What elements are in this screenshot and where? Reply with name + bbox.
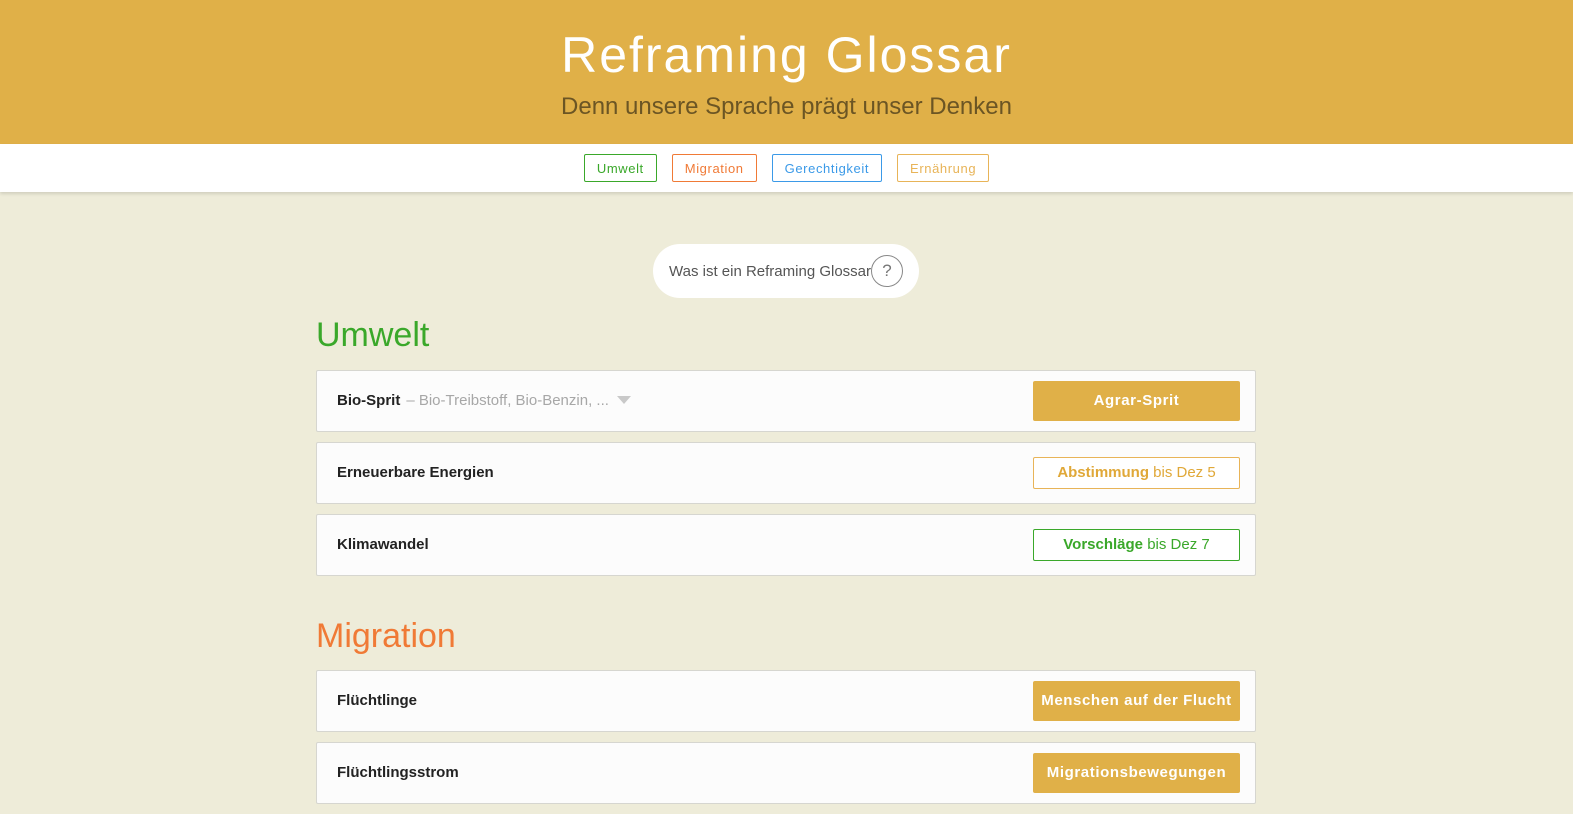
term-row: Flüchtlinge Menschen auf der Flucht	[316, 670, 1256, 732]
chevron-down-icon[interactable]	[616, 396, 631, 404]
term-label: Erneuerbare Energien	[337, 464, 494, 481]
header-banner: Reframing Glossar Denn unsere Sprache pr…	[0, 0, 1573, 144]
nav-migration[interactable]: Migration	[671, 154, 757, 182]
term-label: Flüchtlingsstrom	[337, 764, 459, 781]
term-row: Erneuerbare Energien Abstimmung bis Dez …	[316, 442, 1256, 504]
suggest-deadline: bis Dez 7	[1143, 536, 1210, 553]
term-alternatives: – Bio-Treibstoff, Bio-Benzin, ...	[406, 392, 609, 409]
term-row: Bio-Sprit – Bio-Treibstoff, Bio-Benzin, .…	[316, 370, 1256, 432]
site-subtitle: Denn unsere Sprache prägt unser Denken	[561, 93, 1012, 120]
category-nav: Umwelt Migration Gerechtigkeit Ernährung	[0, 144, 1573, 192]
vote-deadline: bis Dez 5	[1148, 464, 1216, 481]
reframe-button[interactable]: Agrar-Sprit	[1033, 381, 1240, 421]
reframe-button[interactable]: Migrationsbewegungen	[1033, 753, 1240, 793]
nav-gerechtigkeit[interactable]: Gerechtigkeit	[771, 154, 883, 182]
term-row: Klimawandel Vorschläge bis Dez 7	[316, 514, 1256, 576]
reframe-button[interactable]: Menschen auf der Flucht	[1033, 681, 1240, 721]
help-label: Was ist ein Reframing Glossar	[669, 262, 872, 280]
section-title-migration: Migration	[316, 617, 456, 655]
suggest-button[interactable]: Vorschläge bis Dez 7	[1033, 529, 1240, 561]
term-label: Klimawandel	[337, 536, 429, 553]
term-row: Flüchtlingsstrom Migrationsbewegungen	[316, 742, 1256, 804]
suggest-label: Vorschläge	[1063, 536, 1144, 553]
nav-ernaehrung[interactable]: Ernährung	[897, 154, 990, 182]
term-label: Flüchtlinge	[337, 692, 417, 709]
vote-label: Abstimmung	[1057, 464, 1149, 481]
question-mark-icon[interactable]: ?	[871, 255, 903, 287]
nav-umwelt[interactable]: Umwelt	[583, 154, 657, 182]
help-button[interactable]: Was ist ein Reframing Glossar ?	[653, 244, 919, 298]
vote-button[interactable]: Abstimmung bis Dez 5	[1033, 457, 1240, 489]
term-name: Bio-Sprit	[337, 392, 401, 409]
section-title-umwelt: Umwelt	[316, 316, 430, 354]
site-title: Reframing Glossar	[561, 27, 1012, 83]
term-label: Bio-Sprit – Bio-Treibstoff, Bio-Benzin, .…	[337, 371, 631, 431]
